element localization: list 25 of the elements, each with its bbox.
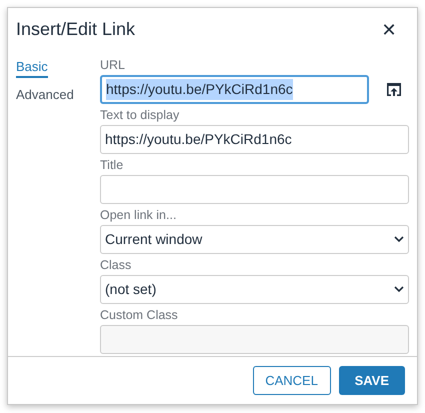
- save-button[interactable]: SAVE: [338, 366, 405, 395]
- dropdown[interactable]: Current window: [100, 225, 409, 254]
- close-button[interactable]: ✕: [377, 17, 401, 41]
- field-label: Title: [100, 158, 124, 172]
- field-value: https://youtu.be/PYkCiRd1n6c: [106, 79, 293, 100]
- tab[interactable]: Basic: [16, 58, 48, 78]
- cancel-button[interactable]: CANCEL: [252, 366, 331, 395]
- field-value: Current window: [105, 230, 202, 249]
- field-label: Text to display: [100, 108, 180, 122]
- field-label: Open link in...: [100, 208, 176, 222]
- field-value: (not set): [105, 280, 156, 299]
- input-field[interactable]: [100, 325, 409, 354]
- dropdown[interactable]: (not set): [100, 275, 409, 304]
- dialog-title: Insert/Edit Link: [16, 18, 136, 40]
- chevron-down-icon: [394, 286, 404, 293]
- tab[interactable]: Advanced: [16, 86, 74, 106]
- chevron-down-icon: [394, 236, 404, 243]
- field-label: Custom Class: [100, 308, 178, 322]
- field-label: Class: [100, 258, 132, 272]
- input-field[interactable]: https://youtu.be/PYkCiRd1n6c: [100, 125, 409, 154]
- browse-icon[interactable]: [386, 82, 402, 97]
- field-value: https://youtu.be/PYkCiRd1n6c: [105, 130, 292, 149]
- input-field[interactable]: [100, 175, 409, 204]
- input-field[interactable]: https://youtu.be/PYkCiRd1n6c: [100, 75, 369, 104]
- field-label: URL: [100, 58, 126, 72]
